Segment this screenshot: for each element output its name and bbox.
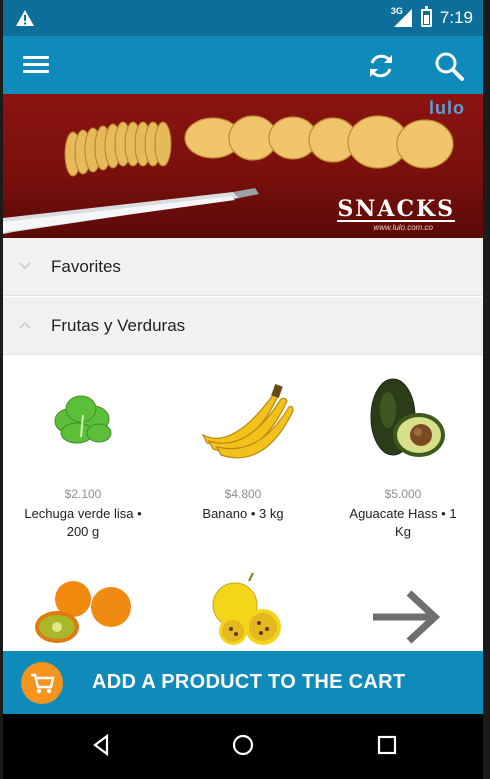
menu-icon[interactable] — [21, 53, 51, 77]
status-bar: 3G 7:19 — [3, 0, 483, 36]
battery-icon — [420, 6, 432, 27]
chevron-down-icon — [19, 262, 31, 270]
product-price: $4.800 — [224, 487, 262, 501]
add-to-cart-bar[interactable]: ADD A PRODUCT TO THE CART — [3, 651, 483, 714]
home-icon[interactable] — [228, 730, 258, 760]
product-price: $5.000 — [384, 487, 422, 501]
brand-logo: lulo — [429, 98, 465, 118]
product-grid: $2.100 Lechuga verde lisa • 200 g $4.800… — [3, 355, 483, 651]
app-toolbar — [3, 36, 483, 94]
product-name: Banano • 3 kg — [202, 506, 284, 521]
product-name: Aguacate Hass • 1 Kg — [349, 506, 457, 539]
product-name: Lechuga verde lisa • 200 g — [24, 506, 142, 539]
add-to-cart-label: ADD A PRODUCT TO THE CART — [92, 671, 406, 693]
chevron-up-icon — [19, 321, 31, 329]
promo-banner[interactable]: lulo SNACKS www.lulo.com.co — [3, 94, 483, 238]
category-label: Frutas y Verduras — [51, 316, 186, 335]
cart-icon — [21, 662, 63, 704]
system-nav-bar — [3, 714, 483, 779]
banner-url: www.lulo.com.co — [373, 223, 433, 232]
recents-icon[interactable] — [372, 730, 402, 760]
product-card[interactable]: $4.800 Banano • 3 kg — [163, 355, 323, 523]
clock: 7:19 — [439, 8, 473, 27]
product-card[interactable]: $5.000 Aguacate Hass • 1 Kg — [323, 355, 483, 541]
banana-image — [163, 355, 323, 473]
signal-icon: 3G — [390, 6, 413, 28]
network-type: 3G — [390, 6, 403, 16]
lettuce-image — [3, 355, 163, 473]
search-icon[interactable] — [433, 50, 465, 82]
back-icon[interactable] — [87, 730, 117, 760]
product-card[interactable]: $2.100 Lechuga verde lisa • 200 g — [3, 355, 163, 541]
banner-headline: SNACKS — [337, 196, 455, 222]
refresh-icon[interactable] — [365, 50, 397, 82]
category-label: Favorites — [51, 257, 121, 276]
category-favorites[interactable]: Favorites — [3, 238, 483, 296]
category-frutas-y-verduras[interactable]: Frutas y Verduras — [3, 297, 483, 355]
warning-icon — [16, 10, 34, 26]
avocado-image — [323, 355, 483, 473]
product-price: $2.100 — [64, 487, 102, 501]
app-screen: 3G 7:19 lulo SNACKS www.lulo.com.co Favo… — [3, 0, 483, 779]
